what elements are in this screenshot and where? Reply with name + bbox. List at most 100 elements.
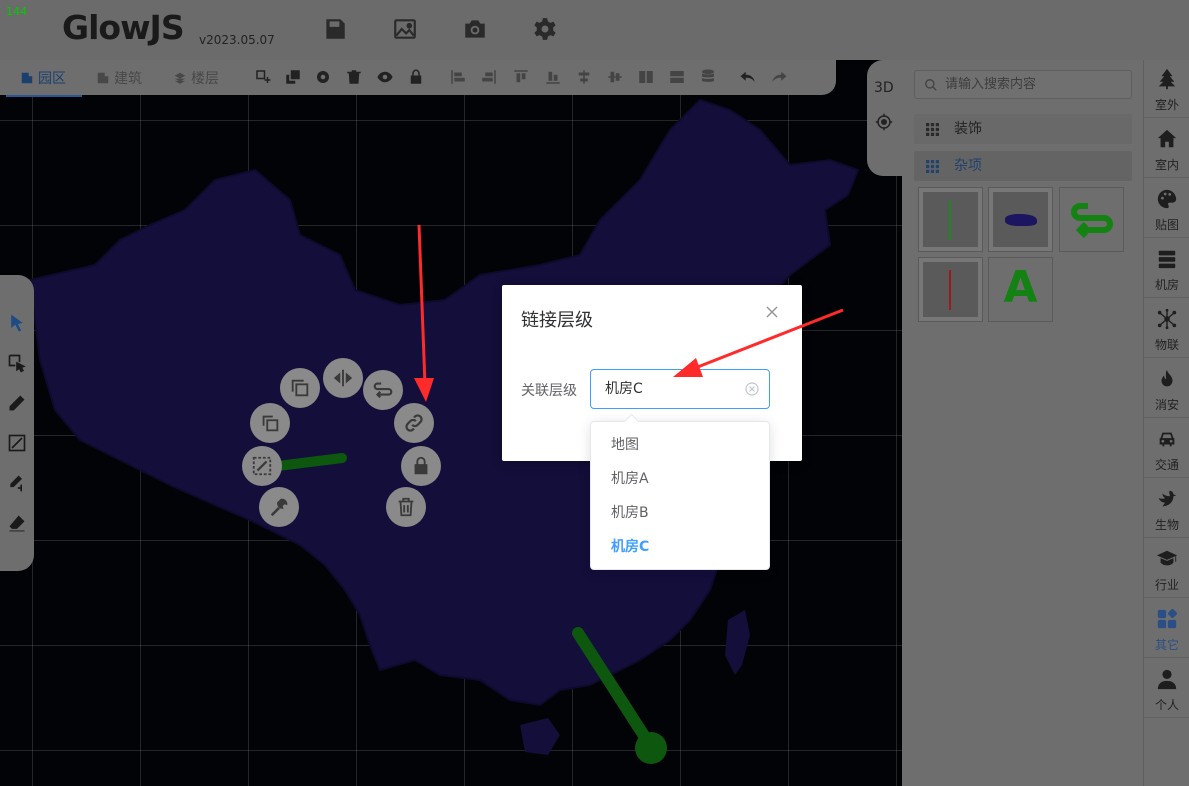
- pointer-icon[interactable]: [7, 313, 27, 333]
- sidebar-item-label: 行业: [1154, 578, 1179, 592]
- sidebar-item-label: 其它: [1154, 638, 1179, 652]
- lock-icon: [414, 456, 428, 475]
- select-area-button[interactable]: [242, 446, 282, 486]
- sidebar-item-traffic[interactable]: 交通: [1144, 420, 1189, 478]
- sidebar-item-industry[interactable]: 行业: [1144, 540, 1189, 598]
- dropdown-option[interactable]: 机房B: [591, 496, 769, 530]
- draw-toolbar: [0, 275, 34, 571]
- tab-floor[interactable]: 楼层: [173, 68, 219, 88]
- sidebar-item-outdoor[interactable]: 室外: [1144, 60, 1189, 118]
- link-icon: [405, 414, 423, 432]
- close-icon[interactable]: [765, 305, 779, 319]
- tab-label: 建筑: [114, 71, 142, 87]
- tab-label: 园区: [38, 71, 66, 87]
- eye-icon[interactable]: [376, 68, 394, 86]
- align-center-icon[interactable]: [575, 68, 593, 86]
- level-select[interactable]: 机房C: [590, 369, 770, 409]
- thumb-map[interactable]: [988, 187, 1053, 252]
- sidebar-item-label: 交通: [1154, 458, 1179, 472]
- view-3d-toggle[interactable]: 3D: [874, 80, 894, 96]
- duplicate-button[interactable]: [250, 403, 290, 443]
- dropdown-option[interactable]: 机房A: [591, 462, 769, 496]
- settings-icon[interactable]: [314, 68, 332, 86]
- lock-button[interactable]: [401, 446, 441, 486]
- database-icon[interactable]: [699, 68, 717, 86]
- thumb-loop-arrow[interactable]: [1059, 187, 1124, 252]
- wrench-icon: [270, 498, 288, 517]
- building-icon: [21, 72, 33, 84]
- align-left-icon[interactable]: [449, 68, 467, 86]
- lock-icon[interactable]: [407, 68, 425, 86]
- sidebar-item-creature[interactable]: 生物: [1144, 480, 1189, 538]
- flip-horizontal-icon: [333, 369, 353, 387]
- image-icon[interactable]: [392, 16, 418, 42]
- sidebar-item-server-room[interactable]: 机房: [1144, 240, 1189, 298]
- line-draw-icon[interactable]: [7, 393, 27, 413]
- align-top-icon[interactable]: [512, 68, 530, 86]
- category-label: 装饰: [954, 121, 982, 137]
- loop-button[interactable]: [363, 370, 403, 410]
- align-bottom-icon[interactable]: [544, 68, 562, 86]
- category-label: 杂项: [954, 158, 982, 174]
- search-placeholder: 请输入搜索内容: [945, 77, 1037, 92]
- tab-label: 楼层: [191, 71, 219, 87]
- select-edit-icon: [252, 456, 272, 476]
- align-middle-icon[interactable]: [606, 68, 624, 86]
- sidebar-item-personal[interactable]: 个人: [1144, 660, 1189, 718]
- redo-icon[interactable]: [770, 68, 788, 86]
- tools-button[interactable]: [259, 487, 299, 527]
- link-level-button[interactable]: [394, 403, 434, 443]
- app-root: 144 GlowJS v2023.05.07 园区 建筑 楼层 3D 请输入搜索…: [0, 0, 1189, 786]
- area-draw-icon[interactable]: [7, 433, 27, 453]
- fire-icon: [1161, 369, 1173, 387]
- category-misc[interactable]: 杂项: [914, 151, 1132, 181]
- graduation-cap-icon: [1156, 550, 1178, 566]
- add-point-icon[interactable]: [7, 473, 27, 493]
- edit-toolbar: 园区 建筑 楼层: [0, 60, 836, 97]
- category-sidebar: 室外 室内 贴图 机房 物联 消安 交通 生物 行业 其它 个人: [1143, 60, 1189, 786]
- sidebar-item-label: 贴图: [1154, 218, 1179, 232]
- mirror-button[interactable]: [323, 358, 363, 398]
- sidebar-item-indoor[interactable]: 室内: [1144, 120, 1189, 178]
- save-icon[interactable]: [322, 16, 348, 42]
- tab-park[interactable]: 园区: [6, 68, 82, 97]
- distribute-h-icon[interactable]: [637, 68, 655, 86]
- clear-icon[interactable]: [745, 382, 759, 396]
- trash-icon[interactable]: [345, 68, 363, 86]
- sidebar-item-iot[interactable]: 物联: [1144, 300, 1189, 358]
- tab-building[interactable]: 建筑: [96, 68, 142, 88]
- logo: GlowJS: [62, 8, 185, 47]
- trash-icon: [398, 497, 414, 517]
- copy-button[interactable]: [280, 368, 320, 408]
- tree-icon: [1158, 68, 1176, 90]
- undo-icon[interactable]: [739, 68, 757, 86]
- user-icon: [1157, 669, 1177, 690]
- add-box-icon[interactable]: [254, 68, 272, 86]
- clone-icon[interactable]: [284, 68, 302, 86]
- thumb-text[interactable]: A: [988, 257, 1053, 322]
- sidebar-item-fire-safety[interactable]: 消安: [1144, 360, 1189, 418]
- target-icon[interactable]: [875, 113, 893, 131]
- sidebar-item-texture[interactable]: 贴图: [1144, 180, 1189, 238]
- box-select-icon[interactable]: [7, 353, 27, 373]
- thumb-green-line[interactable]: [918, 187, 983, 252]
- copy-icon: [291, 379, 309, 397]
- car-icon: [1159, 432, 1175, 447]
- thumb-red-line[interactable]: [918, 257, 983, 322]
- distribute-v-icon[interactable]: [668, 68, 686, 86]
- dropdown-option-selected[interactable]: 机房C: [591, 530, 769, 564]
- delete-button[interactable]: [386, 487, 426, 527]
- search-input[interactable]: 请输入搜索内容: [914, 70, 1132, 99]
- gear-icon[interactable]: [532, 16, 558, 42]
- version-label: v2023.05.07: [199, 33, 275, 47]
- server-icon: [1158, 250, 1176, 269]
- camera-icon[interactable]: [462, 16, 488, 42]
- align-right-icon[interactable]: [480, 68, 498, 86]
- dropdown-option[interactable]: 地图: [591, 428, 769, 462]
- eraser-icon[interactable]: [7, 513, 27, 533]
- field-label: 关联层级: [521, 383, 577, 399]
- category-decoration[interactable]: 装饰: [914, 114, 1132, 144]
- sidebar-item-other[interactable]: 其它: [1144, 600, 1189, 658]
- sidebar-item-label: 机房: [1154, 278, 1179, 292]
- dialog-title: 链接层级: [521, 310, 593, 331]
